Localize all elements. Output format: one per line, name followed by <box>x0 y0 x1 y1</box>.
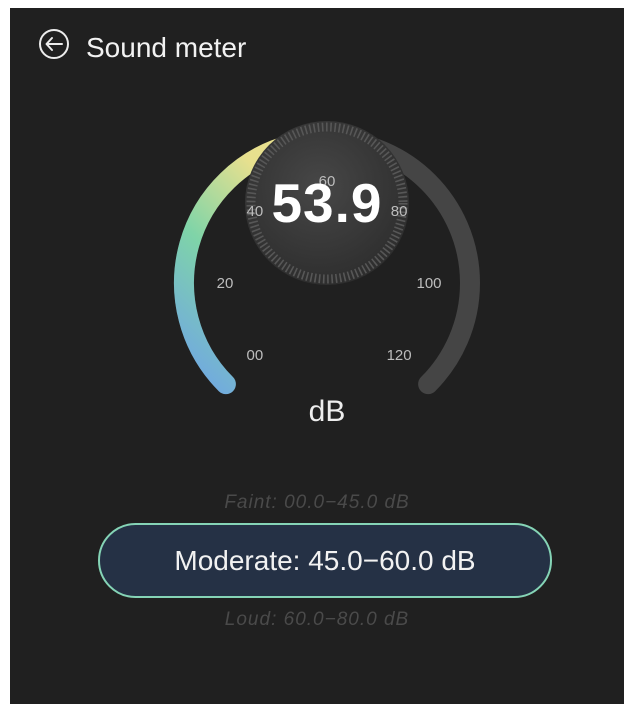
top-bar: Sound meter <box>10 8 624 88</box>
range-loud[interactable]: Loud: 60.0−80.0 dB <box>10 607 624 633</box>
scale-label-20: 20 <box>217 275 234 292</box>
scale-label-00: 00 <box>247 347 264 364</box>
scale-label-120: 120 <box>387 347 412 364</box>
scale-label-100: 100 <box>416 275 441 292</box>
decibel-reading: 53.9 <box>271 172 383 234</box>
back-arrow-icon <box>39 29 69 59</box>
sound-meter-screen: Sound meter 00 20 40 60 80 100 120 53.9 dB Fai… <box>10 8 624 704</box>
range-current[interactable]: Moderate: 45.0−60.0 dB <box>98 523 552 598</box>
range-faint[interactable]: Faint: 00.0−45.0 dB <box>10 490 624 516</box>
page-title: Sound meter <box>86 32 247 63</box>
back-button[interactable] <box>34 24 74 64</box>
decibel-unit: dB <box>308 395 346 428</box>
